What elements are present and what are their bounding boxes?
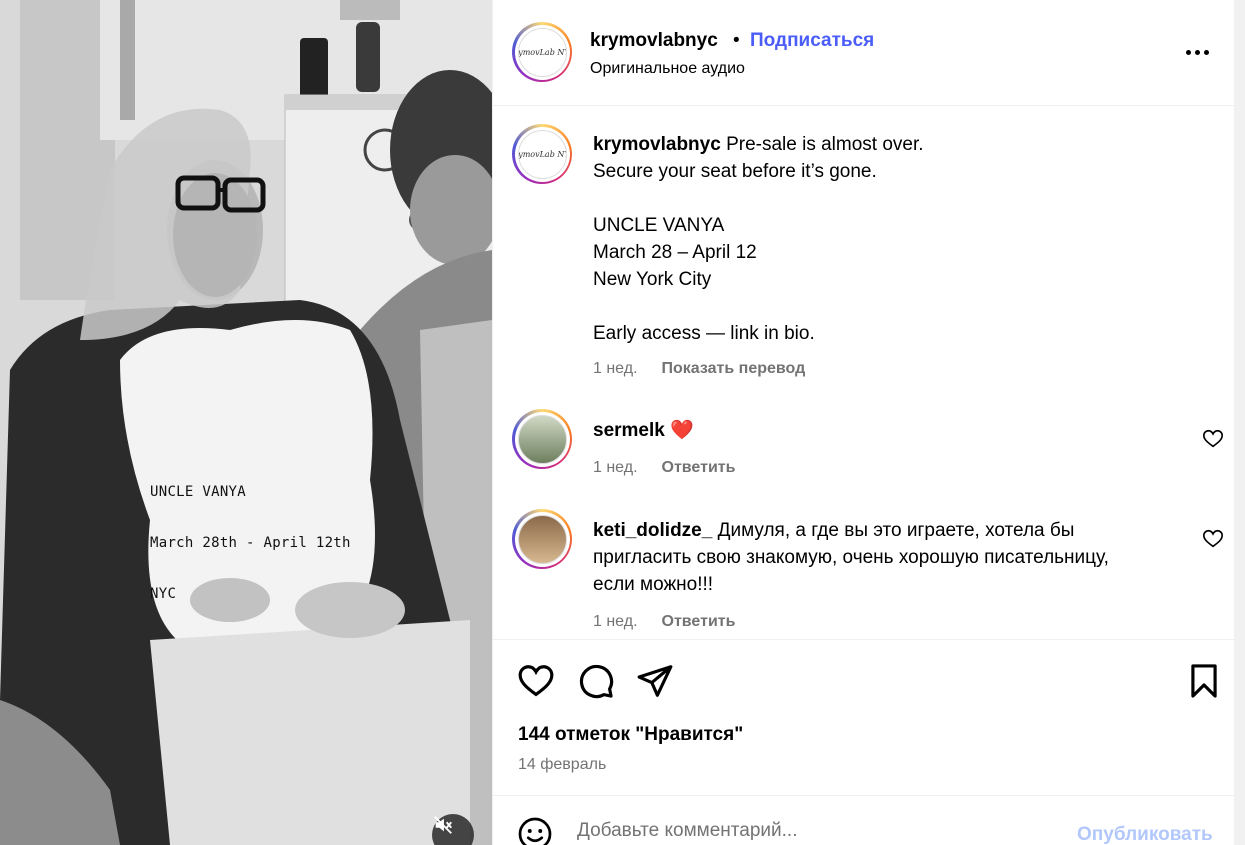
post-caption: krymovlabnyc Pre-sale is almost over. Se…: [593, 131, 924, 347]
heart-emoji: ❤️: [670, 420, 694, 441]
commenter-avatar[interactable]: [512, 409, 572, 469]
reply-button[interactable]: Ответить: [662, 459, 736, 477]
comment-time[interactable]: 1 нед.: [593, 613, 638, 631]
publish-button[interactable]: Опубликовать: [1077, 824, 1213, 845]
smiley-icon[interactable]: [517, 816, 553, 845]
caption-avatar[interactable]: KrymovLab NYC: [512, 124, 572, 184]
caption-line: UNCLE VANYA: [593, 215, 725, 236]
show-translation-button[interactable]: Показать перевод: [662, 360, 806, 378]
video-frame: [0, 0, 492, 845]
comment-time[interactable]: 1 нед.: [593, 459, 638, 477]
author-avatar[interactable]: KrymovLab NYC: [512, 22, 572, 82]
comment-input[interactable]: [577, 820, 1037, 842]
author-username[interactable]: krymovlabnyc: [590, 30, 718, 52]
reply-button[interactable]: Ответить: [662, 613, 736, 631]
add-comment-bar: Опубликовать: [493, 795, 1234, 845]
caption-line: [593, 293, 924, 320]
commenter-avatar[interactable]: [512, 509, 572, 569]
caption-line: Early access — link in bio.: [593, 323, 815, 344]
send-icon[interactable]: [636, 662, 674, 700]
caption-username[interactable]: krymovlabnyc: [593, 134, 721, 155]
comments-list[interactable]: KrymovLab NYC krymovlabnyc Pre-sale is a…: [493, 107, 1234, 639]
audio-link[interactable]: Оригинальное аудио: [590, 60, 745, 78]
comment-meta: 1 нед. Ответить: [593, 613, 735, 631]
post-header: KrymovLab NYC krymovlabnyc • Подписаться…: [493, 0, 1234, 106]
comment-text: пригласить свою знакомую, очень хорошую …: [593, 547, 1109, 568]
avatar-logo: KrymovLab NYC: [517, 27, 567, 77]
heart-icon[interactable]: [517, 662, 555, 700]
speaker-muted-icon: [434, 816, 452, 834]
overlay-line: March 28th - April 12th: [150, 535, 351, 551]
likes-count[interactable]: 144 отметок "Нравится": [518, 724, 743, 746]
comment-text: если можно!!!: [593, 574, 714, 595]
caption-meta: 1 нед. Показать перевод: [593, 360, 805, 378]
avatar-logo: KrymovLab NYC: [517, 129, 567, 179]
comment-username[interactable]: keti_dolidze_: [593, 520, 712, 541]
comment-username[interactable]: sermelk: [593, 420, 665, 441]
caption-line: [593, 185, 924, 212]
comment-text: Димуля, а где вы это играете, хотела бы: [717, 520, 1075, 541]
comment-like-heart-icon[interactable]: [1202, 428, 1224, 450]
post-date[interactable]: 14 февраль: [518, 756, 606, 774]
comment: sermelk ❤️: [593, 417, 694, 444]
overlay-line: UNCLE VANYA: [150, 484, 247, 500]
follow-button[interactable]: Подписаться: [750, 30, 874, 52]
post-actions: 144 отметок "Нравится" 14 февраль: [493, 639, 1234, 795]
more-options-button[interactable]: [1186, 40, 1216, 64]
caption-line: New York City: [593, 269, 712, 290]
separator-dot: •: [733, 30, 740, 51]
scrollbar[interactable]: [1234, 0, 1245, 845]
comment-like-heart-icon[interactable]: [1202, 528, 1224, 550]
caption-time[interactable]: 1 нед.: [593, 360, 638, 378]
caption-line: Secure your seat before it’s gone.: [593, 161, 877, 182]
bookmark-icon[interactable]: [1185, 662, 1223, 700]
more-horizontal-icon: [1186, 49, 1191, 55]
post-media[interactable]: UNCLE VANYA March 28th - April 12th NYC: [0, 0, 492, 845]
caption-line: March 28 – April 12: [593, 242, 757, 263]
post-panel: KrymovLab NYC krymovlabnyc • Подписаться…: [492, 0, 1245, 845]
comment-bubble-icon[interactable]: [577, 662, 615, 700]
overlay-line: NYC: [150, 586, 177, 602]
comment: keti_dolidze_ Димуля, а где вы это играе…: [593, 517, 1109, 598]
caption-line: Pre-sale is almost over.: [726, 134, 924, 155]
video-overlay-text: UNCLE VANYA March 28th - April 12th NYC: [150, 450, 351, 637]
comment-meta: 1 нед. Ответить: [593, 459, 735, 477]
